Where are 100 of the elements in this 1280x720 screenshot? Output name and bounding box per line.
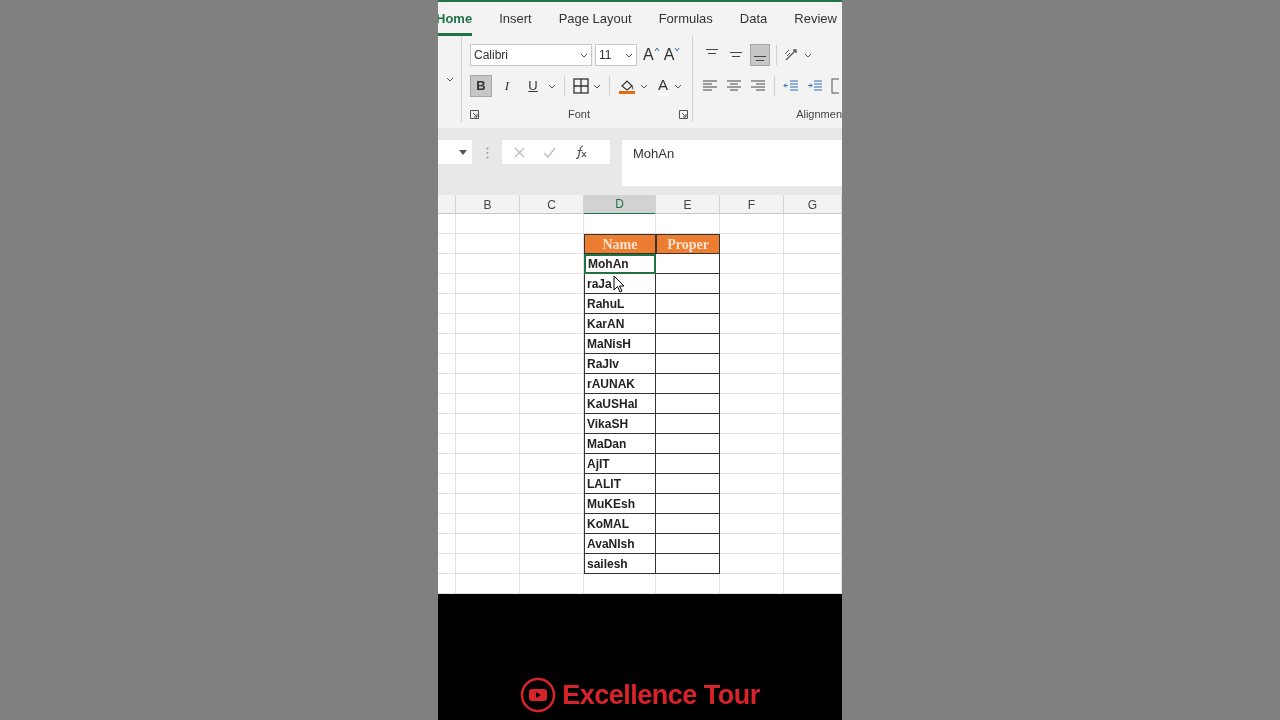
bold-button[interactable]: B — [470, 75, 492, 97]
grid-cell[interactable] — [784, 314, 842, 334]
grid-cell[interactable] — [438, 514, 456, 534]
table-cell[interactable]: KaUSHal — [584, 394, 656, 414]
caret-icon[interactable] — [593, 83, 601, 89]
table-cell[interactable] — [656, 374, 720, 394]
grid-cell[interactable] — [520, 534, 584, 554]
caret-icon[interactable] — [674, 83, 682, 89]
borders-icon[interactable] — [573, 78, 589, 94]
grid-cell[interactable] — [520, 414, 584, 434]
insert-function-icon[interactable] — [574, 145, 588, 159]
align-bottom-button[interactable] — [750, 44, 770, 66]
grid-cell[interactable] — [520, 454, 584, 474]
grid-cell[interactable] — [784, 514, 842, 534]
caret-icon[interactable] — [640, 83, 648, 89]
ribbon-tab[interactable]: Data — [739, 9, 768, 33]
table-cell[interactable] — [656, 494, 720, 514]
caret-icon[interactable] — [804, 52, 812, 58]
grid-cell[interactable] — [456, 514, 520, 534]
table-cell[interactable]: LALIT — [584, 474, 656, 494]
grid-cell[interactable] — [520, 254, 584, 274]
grid-cell[interactable] — [438, 434, 456, 454]
grid-cell[interactable] — [438, 254, 456, 274]
italic-button[interactable]: I — [496, 75, 518, 97]
table-cell[interactable] — [656, 354, 720, 374]
grid-cell[interactable] — [456, 234, 520, 254]
grid-cell[interactable] — [520, 514, 584, 534]
align-center-icon[interactable] — [726, 79, 742, 93]
grid-cell[interactable] — [438, 274, 456, 294]
table-cell[interactable]: AvaNIsh — [584, 534, 656, 554]
decrease-indent-icon[interactable] — [783, 79, 799, 93]
grid-cell[interactable] — [720, 514, 784, 534]
font-color-button[interactable]: A — [658, 76, 668, 96]
grid-cell[interactable] — [456, 354, 520, 374]
underline-button[interactable]: U — [522, 75, 544, 97]
table-cell[interactable]: sailesh — [584, 554, 656, 574]
ribbon-tab[interactable]: Review — [794, 9, 837, 33]
shrink-font-button[interactable]: A — [663, 45, 681, 65]
table-cell[interactable]: KarAN — [584, 314, 656, 334]
caret-icon[interactable] — [445, 76, 454, 82]
grid-cell[interactable] — [438, 354, 456, 374]
grid-cell[interactable] — [720, 234, 784, 254]
table-cell[interactable]: KoMAL — [584, 514, 656, 534]
grid-cell[interactable] — [520, 354, 584, 374]
grid-cell[interactable] — [456, 394, 520, 414]
table-cell[interactable] — [656, 474, 720, 494]
table-cell[interactable] — [656, 274, 720, 294]
grid-cell[interactable] — [720, 214, 784, 234]
grid-cell[interactable] — [720, 314, 784, 334]
table-cell[interactable] — [656, 514, 720, 534]
grid-cell[interactable] — [438, 214, 456, 234]
grid-cell[interactable] — [438, 554, 456, 574]
table-cell[interactable]: RaJIv — [584, 354, 656, 374]
grid-cell[interactable] — [520, 494, 584, 514]
grid-cell[interactable] — [438, 394, 456, 414]
grid-cell[interactable] — [720, 534, 784, 554]
enter-icon[interactable] — [543, 146, 556, 158]
grid-cell[interactable] — [438, 454, 456, 474]
grid-cell[interactable] — [720, 394, 784, 414]
wrap-text-icon[interactable] — [831, 78, 839, 94]
grid-cell[interactable] — [456, 274, 520, 294]
grid-cell[interactable] — [456, 254, 520, 274]
caret-icon[interactable] — [580, 52, 588, 58]
align-right-icon[interactable] — [750, 79, 766, 93]
table-cell[interactable]: MaDan — [584, 434, 656, 454]
grid-cell[interactable] — [438, 294, 456, 314]
cancel-icon[interactable] — [514, 146, 525, 158]
grid-cell[interactable] — [520, 314, 584, 334]
table-cell[interactable] — [656, 414, 720, 434]
grid-cell[interactable] — [784, 474, 842, 494]
grid-cell[interactable] — [784, 254, 842, 274]
grid-cell[interactable] — [784, 234, 842, 254]
grid-cell[interactable] — [784, 554, 842, 574]
grid-cell[interactable] — [456, 214, 520, 234]
table-cell[interactable] — [656, 454, 720, 474]
table-cell[interactable]: MuKEsh — [584, 494, 656, 514]
font-name-dropdown[interactable]: Calibri — [470, 44, 592, 66]
grid-cell[interactable] — [784, 394, 842, 414]
grid-cell[interactable] — [520, 374, 584, 394]
font-size-dropdown[interactable]: 11 — [595, 44, 637, 66]
table-cell[interactable] — [656, 394, 720, 414]
ribbon-tab[interactable]: Insert — [499, 9, 532, 33]
table-cell[interactable] — [656, 534, 720, 554]
grid-cell[interactable] — [438, 374, 456, 394]
table-cell[interactable]: AjIT — [584, 454, 656, 474]
grid-cell[interactable] — [438, 494, 456, 514]
grid-cell[interactable] — [520, 474, 584, 494]
align-left-icon[interactable] — [702, 79, 718, 93]
grid-cell[interactable] — [720, 374, 784, 394]
grid-cell[interactable] — [438, 314, 456, 334]
dialog-launcher-icon[interactable] — [470, 109, 479, 119]
grid-cell[interactable] — [456, 334, 520, 354]
grid-cell[interactable] — [456, 454, 520, 474]
table-cell[interactable] — [656, 554, 720, 574]
grid-cell[interactable] — [456, 294, 520, 314]
grid-cell[interactable] — [784, 494, 842, 514]
grid-cell[interactable] — [720, 554, 784, 574]
table-cell[interactable] — [656, 314, 720, 334]
grid-cell[interactable] — [784, 334, 842, 354]
table-cell[interactable]: rAUNAK — [584, 374, 656, 394]
